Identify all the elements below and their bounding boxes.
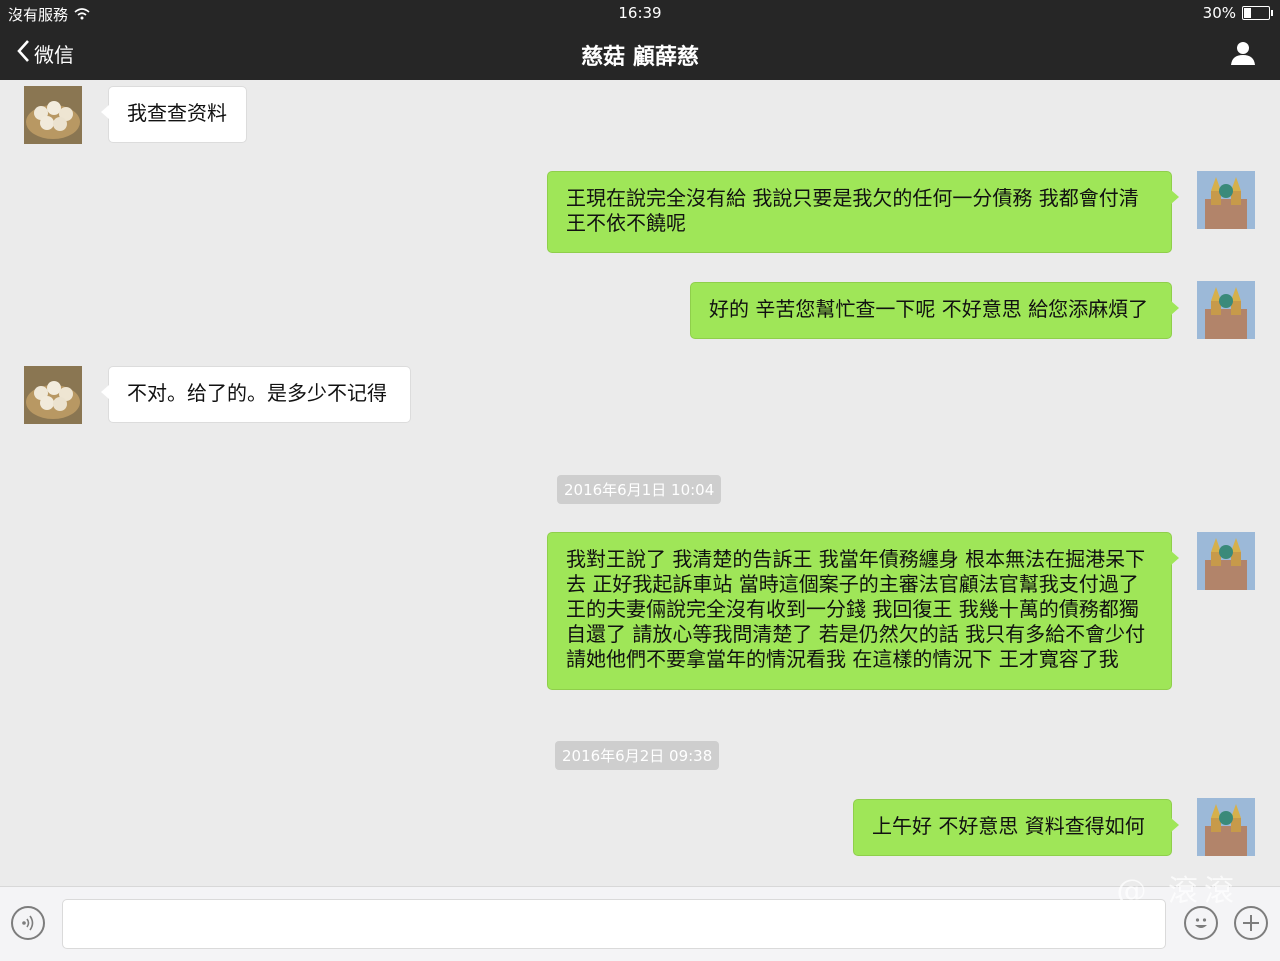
chat-title: 慈菇 顧薛慈 — [581, 45, 699, 70]
battery-fill — [1244, 8, 1251, 18]
message-line: 去 正好我起訴車站 當時這個案子的主審法官顧法官幫我支付過了 — [566, 572, 1139, 596]
voice-button[interactable] — [11, 906, 45, 940]
message-line: 自還了 請放心等我問清楚了 若是仍然欠的話 我只有多給不會少付 — [566, 622, 1146, 646]
message-line: 王現在說完全沒有給 我說只要是我欠的任何一分債務 我都會付清 — [566, 186, 1139, 210]
message-line: 我對王說了 我清楚的告訴王 我當年債務纏身 根本無法在掘港呆下 — [566, 547, 1146, 571]
contact-avatar[interactable] — [24, 86, 82, 144]
contact-info-button[interactable] — [1230, 40, 1256, 70]
timestamp: 2016年6月2日 09:38 — [555, 741, 720, 770]
watermark: @ 滾滾 — [1116, 874, 1240, 909]
message-text: 我查查资料 — [127, 101, 227, 125]
clock: 16:39 — [618, 4, 662, 22]
message-text: 上午好 不好意思 資料查得如何 — [872, 814, 1145, 838]
timestamp: 2016年6月1日 10:04 — [557, 475, 722, 504]
contact-avatar[interactable] — [24, 366, 82, 424]
nav-bar: 微信 慈菇 顧薛慈 — [0, 26, 1280, 80]
user-icon — [1230, 42, 1256, 70]
plus-icon — [1241, 913, 1261, 937]
message-bubble-outgoing[interactable]: 好的 辛苦您幫忙查一下呢 不好意思 給您添麻煩了 — [690, 282, 1179, 339]
message-line: 請她他們不要拿當年的情況看我 在這樣的情況下 王才寬容了我 — [566, 647, 1119, 671]
input-bar — [0, 886, 1280, 961]
my-avatar[interactable] — [1197, 798, 1255, 856]
my-avatar[interactable] — [1197, 532, 1255, 590]
status-bar: 沒有服務 16:39 30% — [0, 0, 1280, 26]
message-bubble-outgoing[interactable]: 我對王說了 我清楚的告訴王 我當年債務纏身 根本無法在掘港呆下 去 正好我起訴車… — [547, 532, 1179, 690]
more-button[interactable] — [1234, 906, 1268, 940]
chat-area: 我查查资料 王現在說完全沒有給 我說只要是我欠的任何一分債務 我都會付清 王不依… — [0, 80, 1280, 886]
emoji-icon — [1189, 911, 1213, 939]
voice-icon — [18, 913, 38, 937]
message-bubble-outgoing[interactable]: 上午好 不好意思 資料查得如何 — [853, 799, 1179, 856]
battery-percent: 30% — [1202, 4, 1236, 22]
message-line: 王不依不饒呢 — [566, 211, 686, 235]
message-input[interactable] — [62, 899, 1166, 949]
message-bubble-incoming[interactable]: 不对。给了的。是多少不记得 — [101, 366, 411, 423]
my-avatar[interactable] — [1197, 171, 1255, 229]
battery-icon — [1242, 6, 1273, 20]
emoji-button[interactable] — [1184, 906, 1218, 940]
message-bubble-incoming[interactable]: 我查查资料 — [101, 86, 247, 143]
my-avatar[interactable] — [1197, 281, 1255, 339]
message-text: 好的 辛苦您幫忙查一下呢 不好意思 給您添麻煩了 — [709, 297, 1149, 321]
message-line: 王的夫妻倆說完全沒有收到一分錢 我回復王 我幾十萬的債務都獨 — [566, 597, 1139, 621]
message-text: 不对。给了的。是多少不记得 — [127, 381, 387, 405]
message-bubble-outgoing[interactable]: 王現在說完全沒有給 我說只要是我欠的任何一分債務 我都會付清 王不依不饒呢 — [547, 171, 1179, 253]
